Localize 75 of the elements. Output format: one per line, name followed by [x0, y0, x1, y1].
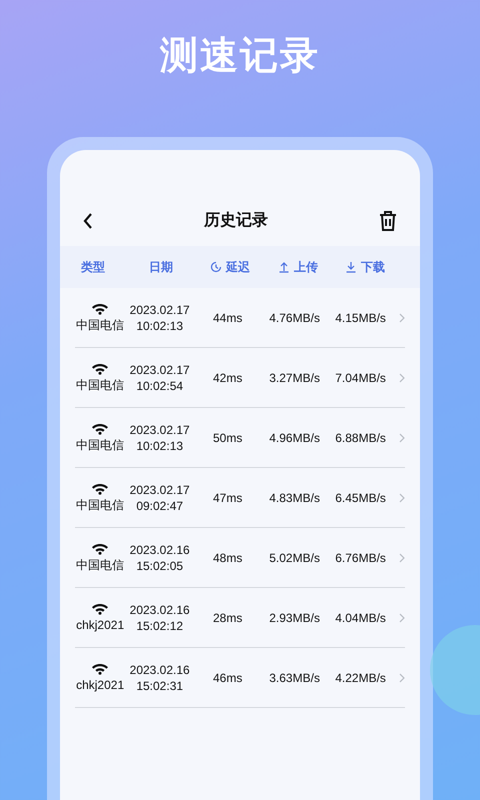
- column-header: 延迟: [226, 259, 250, 276]
- upload-icon: [278, 261, 290, 273]
- record-row[interactable]: chkj2021 2023.02.16 15:02:31 46ms 3.63MB/s 4.22MB/s: [75, 648, 405, 708]
- column-header: 上传: [294, 259, 318, 276]
- latency-value: 48ms: [212, 550, 244, 566]
- chevron-icon: [399, 312, 405, 322]
- network-name: 中国电信: [76, 316, 124, 334]
- record-time: 15:02:12: [136, 618, 184, 634]
- network-name: 中国电信: [76, 496, 124, 514]
- record-row[interactable]: 中国电信 2023.02.17 10:02:13 44ms 4.76MB/s 4.15MB/s: [75, 288, 405, 348]
- wifi-icon: [91, 362, 110, 374]
- record-time: 10:02:54: [136, 378, 184, 394]
- latency-value: 46ms: [212, 670, 244, 686]
- upload-value: 3.27MB/s: [268, 370, 321, 386]
- upload-value: 4.83MB/s: [268, 490, 321, 506]
- wifi-icon: [91, 542, 110, 554]
- download-icon: [345, 261, 357, 273]
- network-name: chkj2021: [76, 616, 124, 634]
- chevron-icon: [399, 492, 405, 502]
- chevron-icon: [399, 432, 405, 442]
- column-header: 下载: [361, 259, 385, 276]
- chevron-icon: [399, 372, 405, 382]
- record-date: 2023.02.17: [130, 482, 190, 498]
- banner-title: 测速记录: [160, 34, 320, 79]
- record-time: 10:02:13: [136, 318, 184, 334]
- latency-value: 50ms: [212, 430, 244, 446]
- upload-value: 3.63MB/s: [268, 670, 321, 686]
- latency-value: 42ms: [212, 370, 244, 386]
- wifi-icon: [91, 482, 110, 494]
- record-date: 2023.02.16: [130, 602, 190, 618]
- network-name: 中国电信: [76, 556, 124, 574]
- column-header: 日期: [149, 259, 173, 276]
- record-row[interactable]: 中国电信 2023.02.17 10:02:13 50ms 4.96MB/s 6.88MB/s: [75, 408, 405, 468]
- network-name: 中国电信: [76, 436, 124, 454]
- upload-value: 4.96MB/s: [268, 430, 321, 446]
- record-date: 2023.02.17: [130, 422, 190, 438]
- chevron-icon: [399, 672, 405, 682]
- record-row[interactable]: 中国电信 2023.02.16 15:02:05 48ms 5.02MB/s 6.76MB/s: [75, 528, 405, 588]
- download-value: 7.04MB/s: [334, 370, 387, 386]
- record-date: 2023.02.16: [130, 542, 190, 558]
- wifi-icon: [91, 602, 110, 614]
- back-icon[interactable]: [82, 212, 94, 230]
- wifi-icon: [91, 302, 110, 314]
- upload-value: 2.93MB/s: [268, 610, 321, 626]
- record-date: 2023.02.17: [130, 302, 190, 318]
- upload-value: 4.76MB/s: [268, 310, 321, 326]
- network-name: 中国电信: [76, 376, 124, 394]
- record-time: 15:02:31: [136, 678, 184, 694]
- record-time: 09:02:47: [136, 498, 184, 514]
- wifi-icon: [91, 662, 110, 674]
- record-date: 2023.02.17: [130, 362, 190, 378]
- download-value: 4.15MB/s: [334, 310, 387, 326]
- latency-value: 44ms: [212, 310, 244, 326]
- chevron-icon: [399, 612, 405, 622]
- screen-title: 历史记录: [204, 210, 268, 231]
- upload-value: 5.02MB/s: [268, 550, 321, 566]
- record-row[interactable]: 中国电信 2023.02.17 09:02:47 47ms 4.83MB/s 6.45MB/s: [75, 468, 405, 528]
- trash-icon[interactable]: [378, 210, 398, 232]
- record-date: 2023.02.16: [130, 662, 190, 678]
- download-value: 6.76MB/s: [334, 550, 387, 566]
- download-value: 4.04MB/s: [334, 610, 387, 626]
- latency-value: 47ms: [212, 490, 244, 506]
- download-value: 6.45MB/s: [334, 490, 387, 506]
- latency-value: 28ms: [212, 610, 244, 626]
- clock-icon: [210, 261, 222, 273]
- wifi-icon: [91, 422, 110, 434]
- record-time: 15:02:05: [136, 558, 184, 574]
- record-time: 10:02:13: [136, 438, 184, 454]
- download-value: 6.88MB/s: [334, 430, 387, 446]
- record-row[interactable]: 中国电信 2023.02.17 10:02:54 42ms 3.27MB/s 7.04MB/s: [75, 348, 405, 408]
- record-row[interactable]: chkj2021 2023.02.16 15:02:12 28ms 2.93MB/s 4.04MB/s: [75, 588, 405, 648]
- column-header: 类型: [81, 259, 105, 276]
- download-value: 4.22MB/s: [334, 670, 387, 686]
- chevron-icon: [399, 552, 405, 562]
- network-name: chkj2021: [76, 676, 124, 694]
